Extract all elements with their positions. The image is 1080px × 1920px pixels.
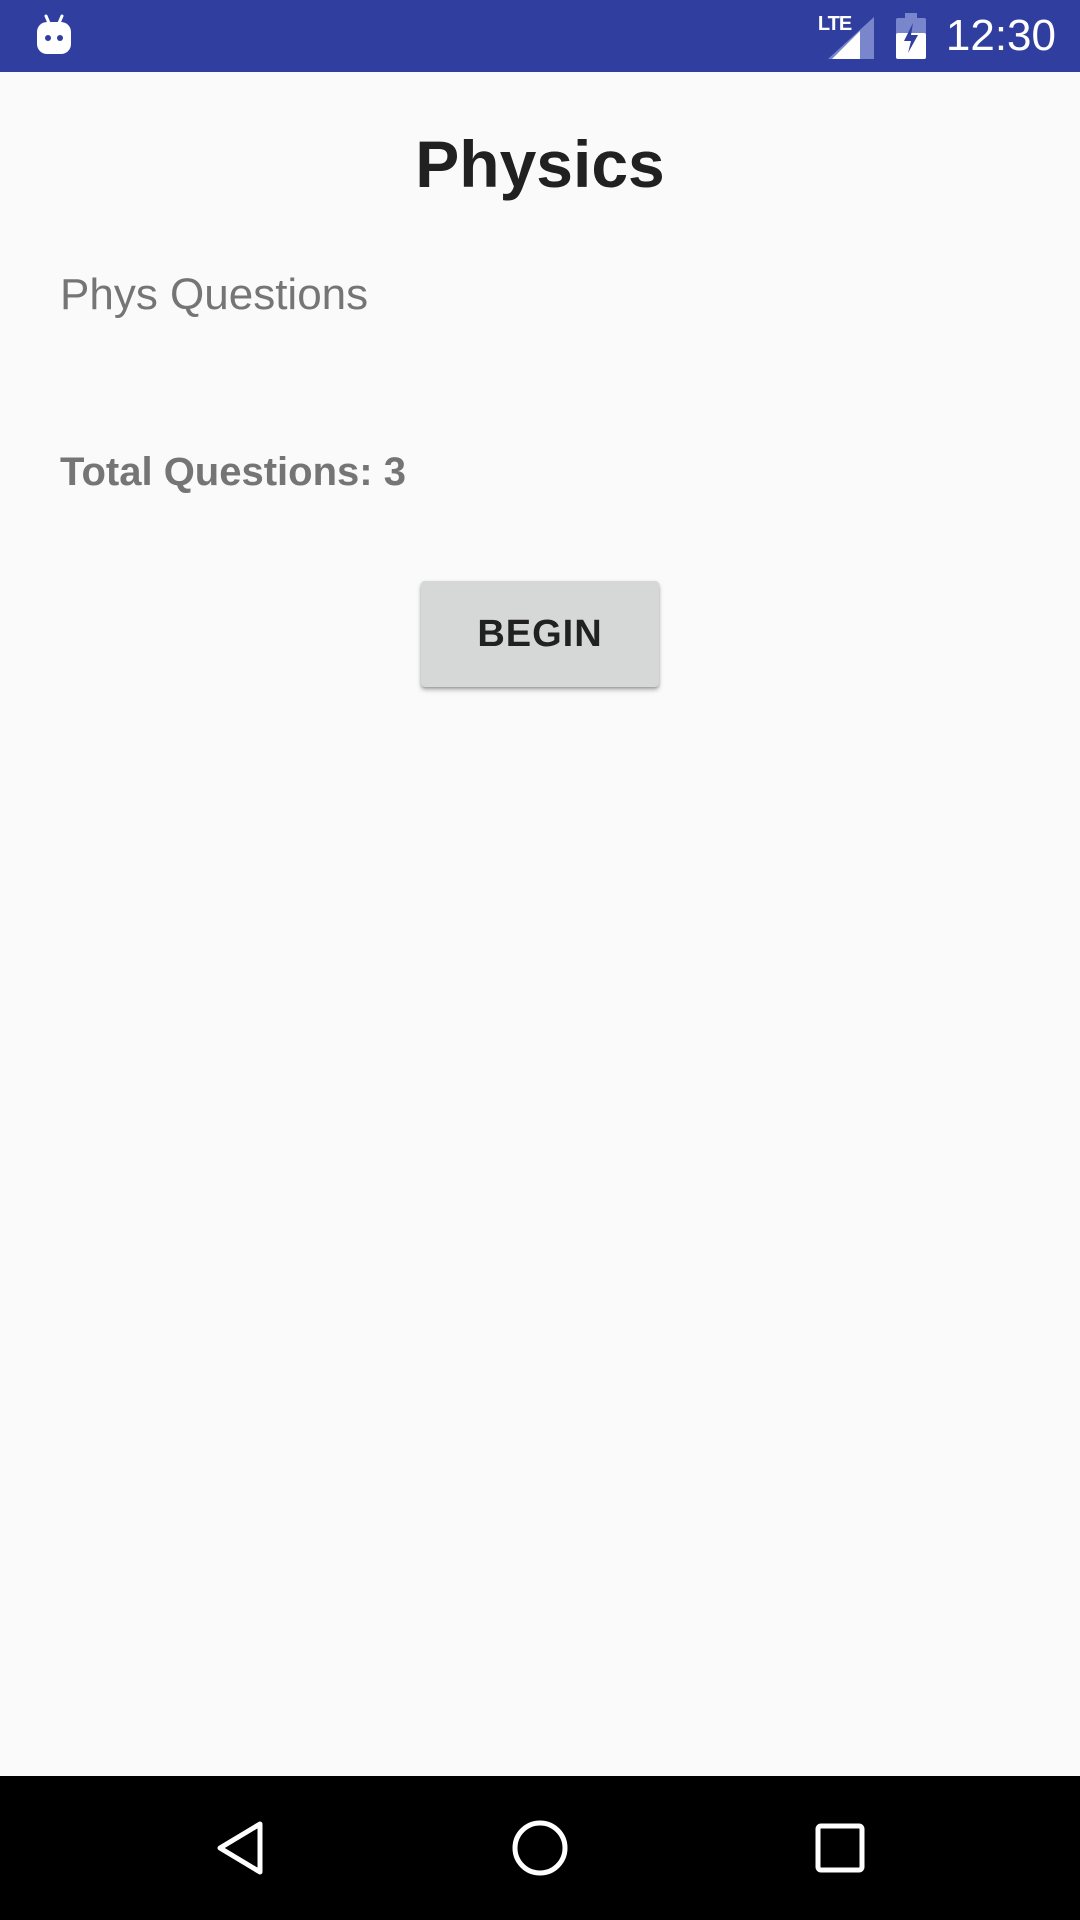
page-title: Physics — [415, 127, 665, 201]
recents-icon — [815, 1823, 865, 1873]
network-type: LTE — [817, 13, 852, 35]
android-app-icon — [37, 14, 71, 54]
navigation-bar — [0, 1776, 1080, 1920]
status-icons: LTE 12:30 — [818, 0, 1056, 72]
begin-button[interactable]: BEGIN — [421, 581, 659, 687]
home-button[interactable] — [468, 1776, 612, 1920]
back-button[interactable] — [168, 1776, 312, 1920]
home-icon — [512, 1820, 568, 1876]
status-bar: LTE 12:30 — [0, 0, 1080, 72]
back-icon — [217, 1821, 263, 1875]
total-questions-label: Total Questions: 3 — [60, 450, 406, 494]
recents-button[interactable] — [768, 1776, 912, 1920]
quiz-subtitle: Phys Questions — [60, 270, 369, 319]
lte-signal-icon: LTE — [818, 13, 874, 59]
status-clock: 12:30 — [945, 11, 1056, 60]
battery-charging-icon — [895, 13, 926, 59]
